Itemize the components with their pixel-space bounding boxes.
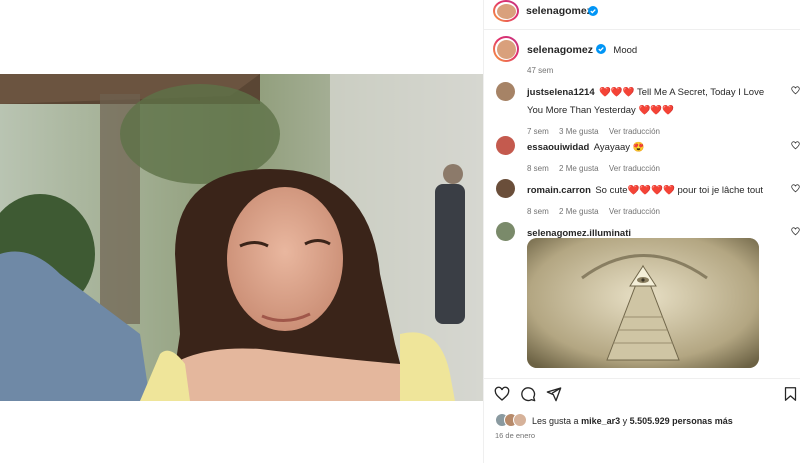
verified-badge-icon	[588, 6, 598, 16]
comment-avatar[interactable]	[496, 82, 515, 101]
likes-count[interactable]: 5.505.929 personas más	[630, 416, 733, 426]
comment-avatar[interactable]	[496, 179, 515, 198]
liked-by-avatars[interactable]	[495, 413, 527, 427]
likes-summary: Les gusta a mike_ar3 y 5.505.929 persona…	[532, 416, 733, 426]
comment-username[interactable]: essaouiwidad	[527, 142, 589, 153]
bookmark-icon[interactable]	[783, 386, 798, 402]
media-pane	[0, 0, 483, 463]
see-translation-link[interactable]: Ver traducción	[609, 207, 660, 216]
comment: essaouiwidad Ayayaay 😍 8 sem 2 Me gusta …	[527, 137, 777, 173]
comment-image[interactable]	[527, 238, 759, 368]
caption-avatar[interactable]	[493, 36, 519, 62]
comment-avatar[interactable]	[496, 136, 515, 155]
comment-username[interactable]: justselena1214	[527, 87, 595, 98]
comment-like-icon[interactable]	[791, 184, 800, 193]
likes-prefix: Les gusta a	[532, 416, 579, 426]
caption-username[interactable]: selenagomez	[527, 44, 593, 56]
comment-time: 8 sem	[527, 207, 549, 216]
comment: justselena1214 ❤️❤️❤️ Tell Me A Secret, …	[527, 82, 777, 136]
post-header: selenagomez	[484, 0, 800, 30]
comment-likes[interactable]: 3 Me gusta	[559, 127, 599, 136]
comment-username[interactable]: romain.carron	[527, 185, 591, 196]
share-icon[interactable]	[546, 386, 562, 402]
post-actions: Les gusta a mike_ar3 y 5.505.929 persona…	[484, 378, 800, 463]
liked-by-user[interactable]: mike_ar3	[581, 416, 620, 426]
comment-like-icon[interactable]	[791, 227, 800, 236]
post-side-panel: selenagomez selenagomez Mood 47 sem just…	[483, 0, 800, 463]
comment-like-icon[interactable]	[791, 86, 800, 95]
comment: romain.carron So cute❤️❤️❤️❤️ pour toi j…	[527, 180, 787, 216]
comment-avatar[interactable]	[496, 222, 515, 241]
comment-time: 7 sem	[527, 127, 549, 136]
verified-badge-icon	[595, 44, 606, 54]
heart-icon[interactable]	[494, 386, 510, 402]
caption-text: Mood	[613, 45, 638, 56]
header-username[interactable]: selenagomez	[526, 5, 592, 17]
post-date[interactable]: 16 de enero	[495, 431, 535, 440]
comment-likes[interactable]: 2 Me gusta	[559, 164, 599, 173]
comment-icon[interactable]	[520, 386, 536, 402]
post-photo[interactable]	[0, 74, 483, 401]
header-avatar[interactable]	[493, 0, 519, 22]
comment-like-icon[interactable]	[791, 141, 800, 150]
likes-and: y	[622, 416, 628, 426]
see-translation-link[interactable]: Ver traducción	[609, 164, 660, 173]
comment-time: 8 sem	[527, 164, 549, 173]
see-translation-link[interactable]: Ver traducción	[609, 127, 660, 136]
comment-likes[interactable]: 2 Me gusta	[559, 207, 599, 216]
caption-time: 47 sem	[527, 66, 554, 75]
caption: selenagomez Mood 47 sem	[527, 40, 800, 75]
comment-text: So cute❤️❤️❤️❤️ pour toi je lâche tout	[595, 185, 764, 196]
comment-text: Ayayaay 😍	[593, 142, 645, 153]
